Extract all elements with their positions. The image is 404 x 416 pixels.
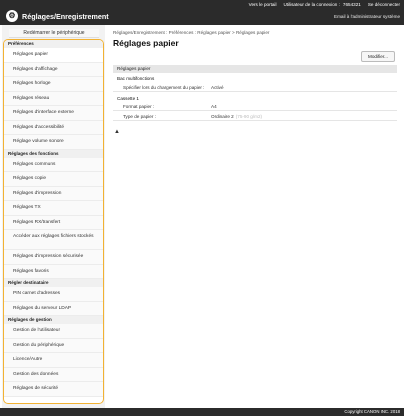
footer: Copyright CANON INC. 2018 <box>0 408 404 416</box>
setting-label: Type de papier : <box>123 114 156 119</box>
admin-mail-link[interactable]: Email à l'administrateur système <box>334 14 400 19</box>
sidebar-item-tx-settings[interactable]: Réglages TX <box>4 201 103 216</box>
sidebar-item-display-settings[interactable]: Réglages d'affichage <box>4 62 103 77</box>
bypass-tray-title: Bac multifonctions <box>117 76 155 81</box>
paper-size-row: Format papier : A4 <box>113 102 397 111</box>
app-title: Réglages/Enregistrement <box>22 12 109 21</box>
login-user-id: 7654321 <box>342 2 361 7</box>
bypass-tray-row: Spécifier lors du chargement du papier :… <box>113 83 397 92</box>
main-content: Réglages/Enregistrement : Préférences : … <box>113 25 399 408</box>
sidebar-item-rx-forward[interactable]: Réglages RX/transfert <box>4 215 103 230</box>
sidebar-item-common-settings[interactable]: Réglages communs <box>4 157 103 172</box>
settings-app-icon: ⚙ <box>6 10 18 22</box>
sidebar-item-data-management[interactable]: Gestion des données <box>4 367 103 382</box>
sidebar-item-clock-settings[interactable]: Réglages horloge <box>4 77 103 92</box>
sidebar-item-ldap-server[interactable]: Réglages du serveur LDAP <box>4 301 103 316</box>
sidebar-item-external-interface[interactable]: Réglages d'interface externe <box>4 106 103 121</box>
login-user-label: Utilisateur de la connexion : <box>283 2 340 7</box>
settings-table: Réglages papier Bac multifonctions Spéci… <box>113 65 397 157</box>
sidebar-item-address-book-pin[interactable]: PIN carnet d'adresses <box>4 287 103 302</box>
sidebar-item-volume[interactable]: Réglage volume sonore <box>4 135 103 150</box>
copyright-text: Copyright CANON INC. 2018 <box>344 409 400 414</box>
utility-links: Vers le portail Utilisateur de la connex… <box>249 2 400 7</box>
header-bar: Vers le portail Utilisateur de la connex… <box>0 0 404 25</box>
page-title: Réglages papier <box>113 38 179 48</box>
setting-label: Spécifier lors du chargement du papier : <box>123 85 205 90</box>
sidebar-item-stored-files[interactable]: Accéder aux réglages fichiers stockés <box>4 230 103 250</box>
sidebar-section-preferences: Préférences <box>4 40 103 48</box>
sidebar-item-device-management[interactable]: Gestion du périphérique <box>4 338 103 353</box>
sidebar-section-management: Réglages de gestion <box>4 316 103 324</box>
sidebar-item-network-settings[interactable]: Réglages réseau <box>4 91 103 106</box>
breadcrumb: Réglages/Enregistrement : Préférences : … <box>113 30 270 35</box>
cassette-title: Cassette 1 <box>117 96 139 101</box>
sidebar-item-secure-print[interactable]: Réglages d'impression sécurisée <box>4 250 103 265</box>
logout-link[interactable]: Se déconnecter <box>368 2 400 7</box>
setting-value: A4 <box>211 104 217 109</box>
settings-menu: Préférences Réglages papier Réglages d'a… <box>3 39 104 404</box>
paper-weight-note: (75-90 g/m2) <box>235 114 263 119</box>
setting-value: Activé <box>211 85 224 90</box>
section-header: Réglages papier <box>113 65 397 73</box>
modify-button[interactable]: Modifier... <box>361 51 395 62</box>
sidebar-section-destination: Régler destinataire <box>4 279 103 287</box>
paper-type-row: Type de papier : Ordinaire 2 (75-90 g/m2) <box>113 112 397 121</box>
sidebar-item-accessibility[interactable]: Réglages d'accessibilité <box>4 120 103 135</box>
sidebar-item-license[interactable]: Licence/Autre <box>4 353 103 368</box>
sidebar-item-paper-settings[interactable]: Réglages papier <box>4 48 103 63</box>
sidebar-item-print-settings[interactable]: Réglages d'impression <box>4 186 103 201</box>
setting-value: Ordinaire 2 (75-90 g/m2) <box>211 112 262 121</box>
portal-link[interactable]: Vers le portail <box>249 2 277 7</box>
sidebar-item-favorites[interactable]: Réglages favoris <box>4 264 103 279</box>
back-to-top-link[interactable]: ▲ <box>114 129 120 135</box>
sidebar-item-user-management[interactable]: Gestion de l'utilisateur <box>4 324 103 339</box>
login-user-info: Utilisateur de la connexion : 7654321 <box>283 2 360 7</box>
paper-type-value: Ordinaire 2 <box>211 114 234 119</box>
sidebar-item-security[interactable]: Réglages de sécurité <box>4 382 103 397</box>
sidebar: Redémarrer le périphérique Préférences R… <box>2 25 105 408</box>
setting-label: Format papier : <box>123 104 155 109</box>
restart-device-button[interactable]: Redémarrer le périphérique <box>9 29 99 38</box>
sidebar-item-copy-settings[interactable]: Réglages copie <box>4 172 103 187</box>
sidebar-section-function-settings: Réglages des fonctions <box>4 149 103 158</box>
